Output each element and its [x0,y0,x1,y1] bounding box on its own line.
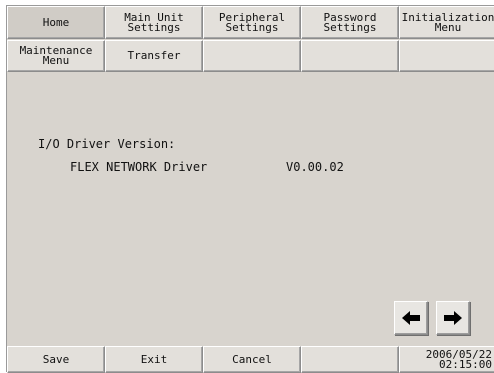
time-readout: 02:15:00 [439,357,492,371]
driver-version: V0.00.02 [286,160,344,174]
previous-page-button[interactable] [394,301,428,335]
next-page-button[interactable] [436,301,470,335]
cancel-button[interactable]: Cancel [203,346,301,373]
driver-name: FLEX NETWORK Driver [70,160,208,174]
tab-password-settings[interactable]: Password Settings [301,6,399,39]
tab-main-unit-settings[interactable]: Main Unit Settings [105,6,203,39]
io-driver-version-label: I/O Driver Version: [38,137,176,151]
arrow-left-icon [402,311,420,325]
arrow-right-icon [444,311,462,325]
tab-peripheral-settings[interactable]: Peripheral Settings [203,6,301,39]
empty-footer-slot [301,346,399,373]
save-button[interactable]: Save [7,346,105,373]
exit-button[interactable]: Exit [105,346,203,373]
screen-panel: Home Main Unit Settings Peripheral Setti… [6,5,494,373]
empty-tab-slot [203,40,301,72]
tab-transfer[interactable]: Transfer [105,40,203,72]
empty-tab-slot [301,40,399,72]
tab-maintenance-menu[interactable]: Maintenance Menu [7,40,105,72]
datetime-display: 2006/05/22 02:15:00 [399,346,494,373]
tab-initialization-menu[interactable]: Initialization Menu [399,6,494,39]
footer-row: Save Exit Cancel 2006/05/22 02:15:00 [7,346,494,373]
second-menu-row: Maintenance Menu Transfer [7,40,494,72]
top-menu-row: Home Main Unit Settings Peripheral Setti… [7,6,494,39]
empty-tab-slot [399,40,494,72]
tab-home[interactable]: Home [7,6,105,39]
